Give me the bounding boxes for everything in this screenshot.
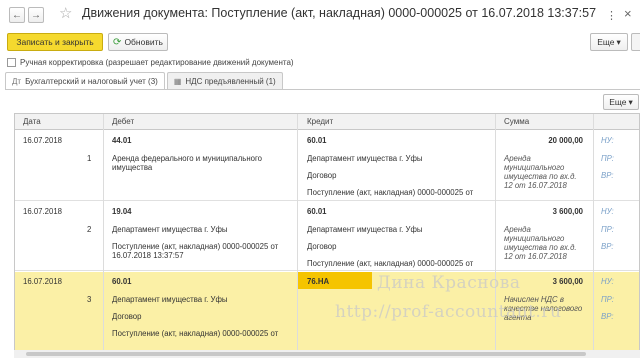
table-header: Дата Дебет Кредит Сумма [15, 114, 639, 130]
row-date: 16.07.2018 [23, 277, 63, 286]
credit-subconto-3: Поступление (акт, накладная) 0000-000025… [307, 259, 474, 268]
command-bar: Записать и закрыть ⟳ Обновить Еще ▾ [0, 32, 640, 52]
favorite-star-icon[interactable]: ☆ [59, 5, 72, 23]
row-amount: 3 600,00 [552, 277, 583, 286]
table-more-button[interactable]: Еще ▾ [603, 94, 639, 110]
tax-tag-pr: ПР: [601, 295, 614, 304]
tax-tag-nu: НУ: [601, 207, 614, 216]
help-button[interactable] [631, 33, 640, 51]
row-date: 16.07.2018 [23, 207, 63, 216]
scrollbar-thumb[interactable] [26, 352, 586, 356]
debit-subconto-1: Департамент имущества г. Уфы [112, 225, 228, 234]
page-title: Движения документа: Поступление (акт, на… [82, 6, 597, 20]
tax-tag-nu: НУ: [601, 136, 614, 145]
arrow-right-icon: → [31, 9, 41, 21]
row-content: Аренда муниципального имущества по вх.д.… [504, 225, 577, 261]
debit-subconto-3: Поступление (акт, накладная) 0000-000025… [112, 329, 279, 338]
column-divider [103, 114, 104, 355]
credit-subconto-3: Поступление (акт, накладная) 0000-000025… [307, 188, 474, 197]
register-icon: ▦ [173, 76, 182, 86]
chevron-down-icon: ▾ [628, 96, 633, 107]
more-options-icon[interactable]: ⋮ [606, 9, 618, 22]
table-more-label: Еще [609, 97, 627, 107]
arrow-left-icon: ← [12, 9, 22, 21]
accounting-register-icon: Дт [12, 77, 22, 86]
credit-account[interactable]: 76.НА [307, 277, 329, 286]
row-amount: 20 000,00 [548, 136, 583, 145]
column-header-credit[interactable]: Кредит [307, 117, 333, 126]
row-amount: 3 600,00 [552, 207, 583, 216]
tax-tag-vr: ВР: [601, 171, 614, 180]
credit-subconto-1: Департамент имущества г. Уфы [307, 154, 423, 163]
row-number: 2 [87, 225, 92, 234]
tab-vat[interactable]: ▦ НДС предъявленный (1) [166, 72, 283, 89]
tax-tag-nu: НУ: [601, 277, 614, 286]
table-row[interactable]: 16.07.2018 2 19.04 Департамент имущества… [15, 202, 639, 271]
watermark-url: http://prof-accountant.ru [335, 302, 562, 322]
tab-divider [5, 89, 640, 90]
column-header-debit[interactable]: Дебет [112, 117, 134, 126]
back-button[interactable]: ← [9, 7, 25, 23]
manual-adjust-row: Ручная корректировка (разрешает редактир… [7, 56, 294, 68]
more-label: Еще [597, 37, 615, 47]
manual-adjust-checkbox[interactable] [7, 57, 16, 67]
watermark-author: Дина Краснова [377, 273, 521, 293]
row-number: 3 [87, 295, 92, 304]
save-and-close-button[interactable]: Записать и закрыть [7, 33, 103, 51]
horizontal-scrollbar[interactable] [14, 350, 640, 358]
credit-subconto-2: Договор [307, 171, 337, 180]
refresh-label: Обновить [124, 37, 163, 47]
column-divider [593, 114, 594, 355]
credit-subconto-2: Договор [307, 242, 337, 251]
chevron-down-icon: ▾ [616, 36, 621, 47]
refresh-icon: ⟳ [113, 36, 122, 48]
column-header-amount[interactable]: Сумма [504, 117, 529, 126]
manual-adjust-label[interactable]: Ручная корректировка (разрешает редактир… [20, 58, 294, 67]
forward-button[interactable]: → [28, 7, 44, 23]
tab-vat-label: НДС предъявленный (1) [185, 76, 276, 86]
title-bar: ← → ☆ Движения документа: Поступление (а… [0, 0, 640, 30]
tab-accounting-label: Бухгалтерский и налоговый учет (3) [25, 77, 158, 86]
tax-tag-vr: ВР: [601, 312, 614, 321]
table-row[interactable]: 16.07.2018 1 44.01 Аренда федерального и… [15, 131, 639, 201]
tax-tag-pr: ПР: [601, 225, 614, 234]
credit-account: 60.01 [307, 136, 327, 145]
debit-account: 44.01 [112, 136, 132, 145]
debit-account: 19.04 [112, 207, 132, 216]
refresh-button[interactable]: ⟳ Обновить [108, 33, 168, 51]
column-divider [297, 114, 298, 355]
debit-account: 60.01 [112, 277, 132, 286]
close-icon[interactable]: × [624, 6, 632, 21]
row-content: Аренда муниципального имущества по вх.д.… [504, 154, 577, 190]
column-header-date[interactable]: Дата [23, 117, 41, 126]
tab-accounting[interactable]: Дт Бухгалтерский и налоговый учет (3) [5, 72, 165, 90]
debit-subconto-2: Поступление (акт, накладная) 0000-000025… [112, 242, 279, 260]
credit-account: 60.01 [307, 207, 327, 216]
row-number: 1 [87, 154, 92, 163]
credit-subconto-1: Департамент имущества г. Уфы [307, 225, 423, 234]
debit-subconto-1: Аренда федерального и муниципального иму… [112, 154, 262, 172]
tax-tag-vr: ВР: [601, 242, 614, 251]
debit-subconto-2: Договор [112, 312, 142, 321]
tax-tag-pr: ПР: [601, 154, 614, 163]
more-button[interactable]: Еще ▾ [590, 33, 628, 51]
debit-subconto-1: Департамент имущества г. Уфы [112, 295, 228, 304]
row-date: 16.07.2018 [23, 136, 63, 145]
tab-strip: Дт Бухгалтерский и налоговый учет (3) ▦ … [5, 72, 285, 90]
